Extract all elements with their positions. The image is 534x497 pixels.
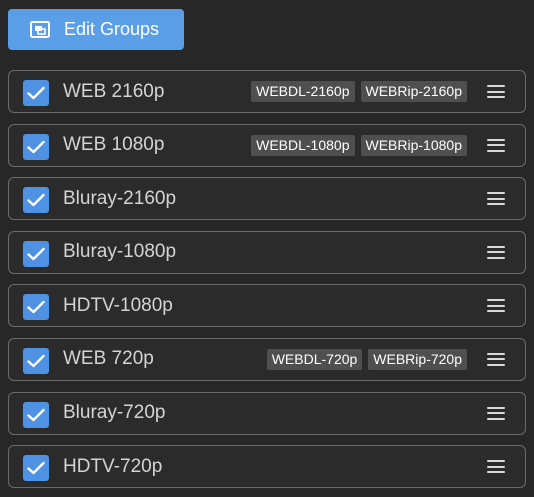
edit-groups-icon	[30, 21, 52, 39]
quality-checkbox[interactable]	[23, 133, 49, 160]
check-icon	[27, 140, 45, 153]
quality-row: WEB 2160p WEBDL-2160p WEBRip-2160p	[8, 70, 526, 113]
quality-checkbox[interactable]	[23, 401, 49, 428]
quality-tag: WEBRip-720p	[368, 348, 467, 370]
quality-tags: WEBDL-1080p WEBRip-1080p	[251, 125, 467, 166]
quality-label: Bluray-2160p	[63, 187, 177, 209]
quality-checkbox[interactable]	[23, 187, 49, 214]
check-icon	[27, 247, 45, 260]
check-icon	[27, 461, 45, 475]
quality-label: WEB 2160p	[63, 80, 165, 102]
check-icon	[27, 301, 45, 314]
quality-label: HDTV-1080p	[63, 294, 173, 316]
quality-row: HDTV-720p	[8, 445, 526, 489]
quality-row: Bluray-720p	[8, 391, 526, 435]
check-icon	[27, 408, 45, 421]
quality-label: WEB 720p	[63, 348, 154, 370]
quality-tag: WEBRip-1080p	[360, 134, 467, 156]
drag-handle-icon[interactable]	[487, 351, 505, 368]
edit-groups-label: Edit Groups	[64, 19, 160, 39]
quality-tag: WEBRip-2160p	[360, 81, 467, 102]
quality-checkbox[interactable]	[23, 294, 49, 321]
check-icon	[27, 86, 45, 100]
drag-handle-icon[interactable]	[487, 244, 505, 261]
drag-handle-icon[interactable]	[487, 83, 505, 100]
quality-label: Bluray-720p	[63, 402, 166, 424]
quality-row: HDTV-1080p	[8, 284, 526, 328]
quality-tags: WEBDL-720p WEBRip-720p	[266, 339, 467, 380]
quality-profile-panel: Edit Groups WEB 2160p WEBDL-2160p WEBRip-2…	[0, 0, 534, 497]
check-icon	[27, 193, 45, 207]
drag-handle-icon[interactable]	[487, 190, 505, 207]
drag-handle-icon[interactable]	[487, 297, 505, 314]
quality-checkbox[interactable]	[23, 455, 49, 482]
quality-row: WEB 1080p WEBDL-1080p WEBRip-1080p	[8, 123, 526, 167]
drag-handle-icon[interactable]	[487, 405, 505, 422]
drag-handle-icon[interactable]	[487, 137, 505, 154]
quality-tag: WEBDL-1080p	[251, 134, 355, 156]
quality-checkbox[interactable]	[23, 240, 49, 267]
check-icon	[27, 354, 45, 368]
quality-checkbox[interactable]	[23, 347, 49, 374]
quality-row: Bluray-1080p	[8, 230, 526, 274]
quality-list: WEB 2160p WEBDL-2160p WEBRip-2160p WEB 1080…	[8, 70, 526, 497]
quality-row: WEB 720p WEBDL-720p WEBRip-720p	[8, 337, 526, 381]
quality-label: Bluray-1080p	[63, 241, 177, 263]
quality-label: WEB 1080p	[63, 134, 165, 156]
drag-handle-icon[interactable]	[487, 458, 505, 475]
quality-tag: WEBDL-720p	[266, 348, 363, 370]
edit-groups-button[interactable]: Edit Groups	[8, 9, 184, 50]
quality-tags: WEBDL-2160p WEBRip-2160p	[251, 71, 467, 112]
quality-row: Bluray-2160p	[8, 177, 526, 221]
quality-label: HDTV-720p	[63, 455, 163, 477]
quality-checkbox[interactable]	[23, 80, 49, 106]
quality-tag: WEBDL-2160p	[251, 81, 355, 102]
